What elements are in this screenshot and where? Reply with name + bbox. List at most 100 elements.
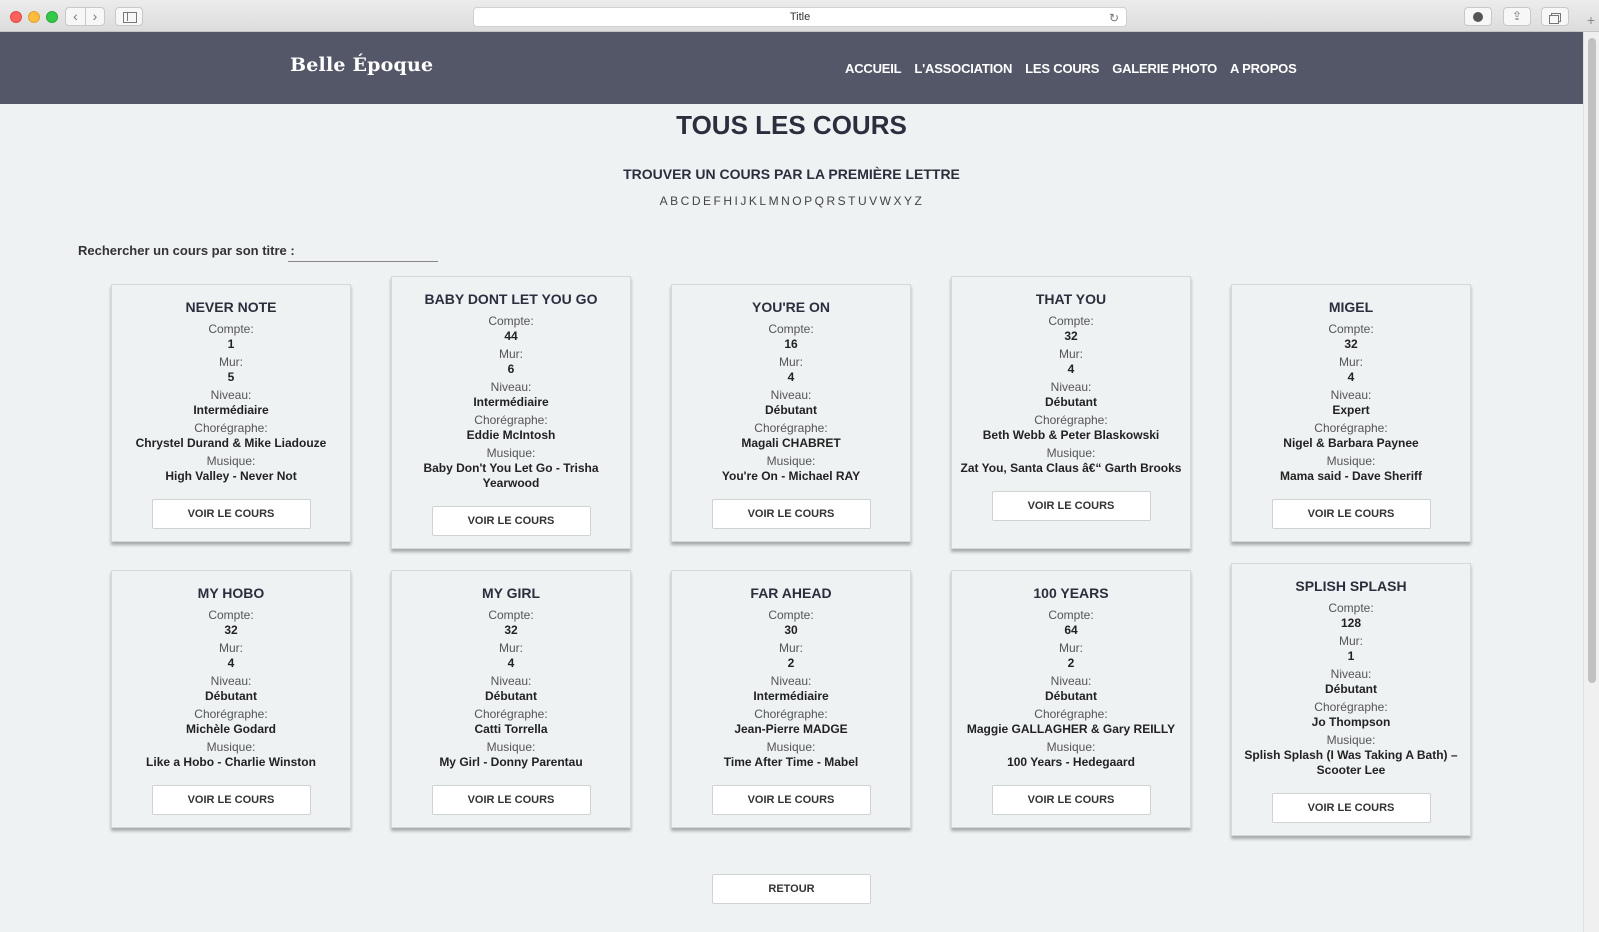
view-course-button[interactable]: VOIR LE COURS	[431, 785, 591, 815]
choregraphe-value: Nigel & Barbara Paynee	[1283, 436, 1419, 450]
plus-icon: +	[1586, 12, 1595, 28]
nav-accueil[interactable]: ACCUEIL	[845, 61, 902, 76]
back-button-retour[interactable]: RETOUR	[712, 874, 871, 904]
page-scrollbar[interactable]	[1583, 32, 1599, 932]
main-nav: ACCUEIL L'ASSOCIATION LES COURS GALERIE …	[845, 61, 1297, 76]
letter-link[interactable]: Y	[904, 194, 914, 208]
course-title: THAT YOU	[1035, 291, 1107, 307]
musique-value: 100 Years - Hedegaard	[1007, 755, 1135, 769]
choregraphe-label: Chorégraphe:	[754, 421, 828, 435]
letter-link[interactable]: X	[894, 194, 904, 208]
compte-label: Compte:	[208, 608, 254, 622]
musique-label: Musique:	[1326, 454, 1376, 468]
address-bar[interactable]: Title ↻	[473, 7, 1127, 27]
view-course-button[interactable]: VOIR LE COURS	[1271, 499, 1431, 529]
letter-link[interactable]: I	[735, 194, 740, 208]
letter-link[interactable]: O	[792, 194, 803, 208]
zoom-window-button[interactable]	[46, 11, 58, 23]
chevron-left-icon: ‹	[73, 8, 78, 24]
letter-link[interactable]: C	[681, 194, 691, 208]
view-course-button[interactable]: VOIR LE COURS	[711, 785, 871, 815]
view-course-button[interactable]: VOIR LE COURS	[151, 785, 311, 815]
view-course-button[interactable]: VOIR LE COURS	[151, 499, 311, 529]
reload-icon[interactable]: ↻	[1109, 9, 1119, 27]
view-course-button[interactable]: VOIR LE COURS	[991, 785, 1151, 815]
compte-value: 32	[504, 623, 518, 637]
compte-value: 30	[784, 623, 798, 637]
view-course-button[interactable]: VOIR LE COURS	[711, 499, 871, 529]
niveau-label: Niveau:	[1330, 667, 1372, 681]
niveau-label: Niveau:	[770, 388, 812, 402]
minimize-window-button[interactable]	[28, 11, 40, 23]
letter-link[interactable]: E	[703, 194, 713, 208]
letter-link[interactable]: L	[759, 194, 767, 208]
choregraphe-value: Jean-Pierre MADGE	[734, 722, 848, 736]
letter-link[interactable]: F	[714, 194, 723, 208]
letter-link[interactable]: K	[749, 194, 759, 208]
letter-link[interactable]: H	[723, 194, 733, 208]
letter-link[interactable]: A	[660, 194, 670, 208]
compte-label: Compte:	[768, 322, 814, 336]
niveau-value: Intermédiaire	[473, 395, 549, 409]
choregraphe-label: Chorégraphe:	[1034, 413, 1108, 427]
compte-label: Compte:	[1048, 608, 1094, 622]
letter-link[interactable]: U	[858, 194, 868, 208]
letter-link[interactable]: B	[670, 194, 680, 208]
view-course-button[interactable]: VOIR LE COURS	[1271, 793, 1431, 823]
course-card: FAR AHEAD Compte: 30 Mur: 2 Niveau: Inte…	[671, 570, 911, 828]
record-button[interactable]	[1464, 7, 1492, 26]
course-title: MY HOBO	[197, 585, 265, 601]
nav-association[interactable]: L'ASSOCIATION	[914, 61, 1012, 76]
close-window-button[interactable]	[10, 11, 22, 23]
niveau-value: Débutant	[1045, 395, 1097, 409]
compte-value: 16	[784, 337, 798, 351]
new-tab-button[interactable]: +	[1581, 0, 1599, 32]
letter-link[interactable]: S	[838, 194, 848, 208]
letter-link[interactable]: Q	[815, 194, 826, 208]
course-card: BABY DONT LET YOU GO Compte: 44 Mur: 6 N…	[391, 276, 631, 549]
letter-link[interactable]: T	[848, 194, 857, 208]
nav-galerie-photo[interactable]: GALERIE PHOTO	[1112, 61, 1217, 76]
mur-label: Mur:	[1059, 641, 1083, 655]
choregraphe-value: Michèle Godard	[185, 722, 277, 736]
nav-les-cours[interactable]: LES COURS	[1025, 61, 1099, 76]
letter-link[interactable]: Z	[915, 194, 924, 208]
musique-label: Musique:	[766, 740, 816, 754]
back-button[interactable]: ‹	[65, 7, 85, 26]
letter-link[interactable]: J	[740, 194, 748, 208]
compte-label: Compte:	[768, 608, 814, 622]
view-course-button[interactable]: VOIR LE COURS	[431, 506, 591, 536]
course-title: 100 YEARS	[1033, 585, 1109, 601]
letter-link[interactable]: M	[769, 194, 781, 208]
niveau-label: Niveau:	[490, 674, 532, 688]
niveau-value: Débutant	[1325, 682, 1377, 696]
mur-value: 6	[507, 362, 515, 376]
letter-filter-title: TROUVER UN COURS PAR LA PREMIÈRE LETTRE	[623, 166, 960, 182]
share-button[interactable]: ⇪	[1503, 7, 1531, 26]
forward-button[interactable]: ›	[85, 7, 105, 26]
browser-toolbar: ‹ › Title ↻ ⇪ +	[0, 0, 1599, 32]
mur-value: 4	[227, 656, 235, 670]
letter-link[interactable]: R	[826, 194, 836, 208]
letter-link[interactable]: D	[692, 194, 702, 208]
letter-link[interactable]: N	[781, 194, 791, 208]
nav-a-propos[interactable]: A PROPOS	[1230, 61, 1297, 76]
view-course-button[interactable]: VOIR LE COURS	[991, 491, 1151, 521]
compte-label: Compte:	[1328, 322, 1374, 336]
search-label: Rechercher un cours par son titre :	[78, 243, 295, 258]
search-input[interactable]	[288, 241, 438, 262]
letter-link[interactable]: V	[869, 194, 879, 208]
site-logo[interactable]: Belle Époque	[290, 54, 433, 76]
musique-value: Zat You, Santa Claus â€“ Garth Brooks	[960, 461, 1182, 475]
show-tabs-button[interactable]	[1541, 7, 1569, 26]
scrollbar-thumb[interactable]	[1588, 38, 1596, 683]
sidebar-toggle-button[interactable]	[115, 7, 143, 26]
course-title: NEVER NOTE	[185, 299, 277, 315]
course-title: SPLISH SPLASH	[1295, 578, 1407, 594]
letter-link[interactable]: W	[880, 194, 893, 208]
course-card: 100 YEARS Compte: 64 Mur: 2 Niveau: Débu…	[951, 570, 1191, 828]
share-icon: ⇪	[1511, 9, 1523, 23]
letter-link[interactable]: P	[804, 194, 814, 208]
choregraphe-value: Magali CHABRET	[741, 436, 841, 450]
choregraphe-label: Chorégraphe:	[754, 707, 828, 721]
